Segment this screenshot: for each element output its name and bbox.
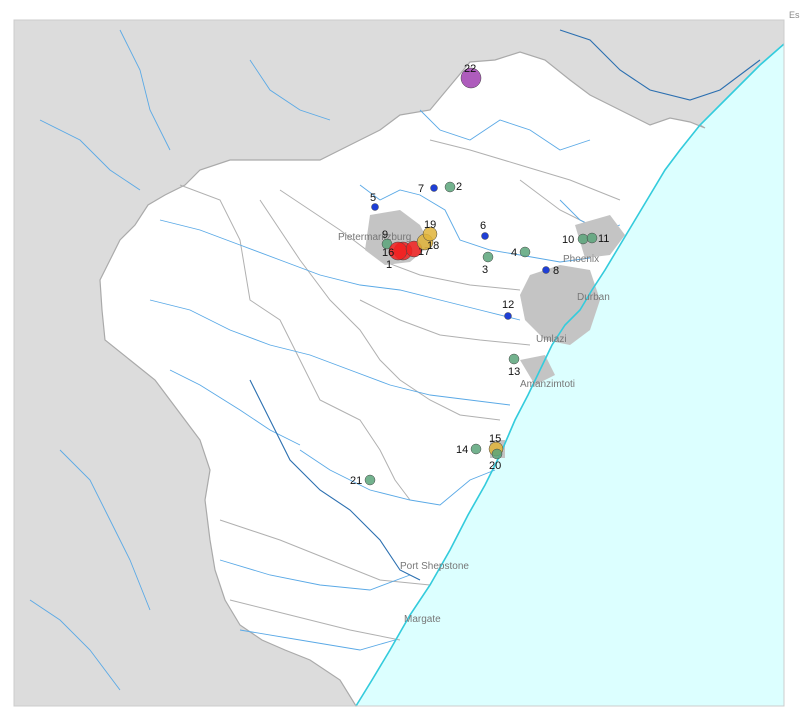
town-label: Umlazi (536, 334, 567, 345)
marker-blue-circle[interactable] (481, 232, 489, 240)
corner-label: Es (789, 10, 800, 20)
marker-label: 16 (382, 247, 394, 259)
marker-label: 18 (427, 240, 439, 252)
marker-blue-circle[interactable] (430, 184, 438, 192)
marker-label: 3 (482, 264, 488, 276)
town-label: Pietermaritzburg (338, 232, 411, 243)
marker-label: 12 (502, 299, 514, 311)
town-label: Amanzimtoti (520, 379, 575, 390)
marker-label: 20 (489, 460, 501, 472)
marker-label: 5 (370, 192, 376, 204)
marker-label: 21 (350, 475, 362, 487)
marker-label: 10 (562, 234, 574, 246)
marker-label: 19 (424, 219, 436, 231)
town-label: Durban (577, 292, 610, 303)
marker-green-circle[interactable] (470, 443, 482, 455)
marker-label: 7 (418, 183, 424, 195)
marker-label: 14 (456, 444, 468, 456)
town-label: Port Shepstone (400, 561, 469, 572)
marker-blue-circle[interactable] (371, 203, 379, 211)
marker-label: 13 (508, 366, 520, 378)
map-canvas[interactable]: Pietermaritzburg Phoenix Durban Umlazi Amanz… (0, 0, 800, 719)
marker-green-circle[interactable] (577, 233, 589, 245)
marker-blue-circle[interactable] (504, 312, 512, 320)
marker-label: 8 (553, 265, 559, 277)
marker-label: 6 (480, 220, 486, 232)
marker-blue-circle[interactable] (542, 266, 550, 274)
marker-green-circle[interactable] (491, 448, 503, 460)
marker-green-circle[interactable] (586, 232, 598, 244)
marker-green-circle[interactable] (364, 474, 376, 486)
marker-green-circle[interactable] (519, 246, 531, 258)
marker-label: 2 (456, 181, 462, 193)
marker-label: 15 (489, 433, 501, 445)
marker-label: 1 (386, 259, 392, 271)
marker-green-circle[interactable] (444, 181, 456, 193)
marker-label: 22 (464, 63, 476, 75)
town-label: Margate (404, 614, 441, 625)
marker-green-circle[interactable] (482, 251, 494, 263)
marker-label: 11 (598, 233, 609, 245)
site-marker[interactable]: 19 (422, 219, 438, 242)
site-marker[interactable]: 13 (508, 353, 520, 378)
marker-green-circle[interactable] (508, 353, 520, 365)
marker-label: 9 (382, 229, 388, 241)
town-label: Phoenix (563, 254, 599, 265)
marker-label: 4 (511, 247, 517, 259)
map-view[interactable]: Pietermaritzburg Phoenix Durban Umlazi Amanz… (0, 0, 800, 719)
